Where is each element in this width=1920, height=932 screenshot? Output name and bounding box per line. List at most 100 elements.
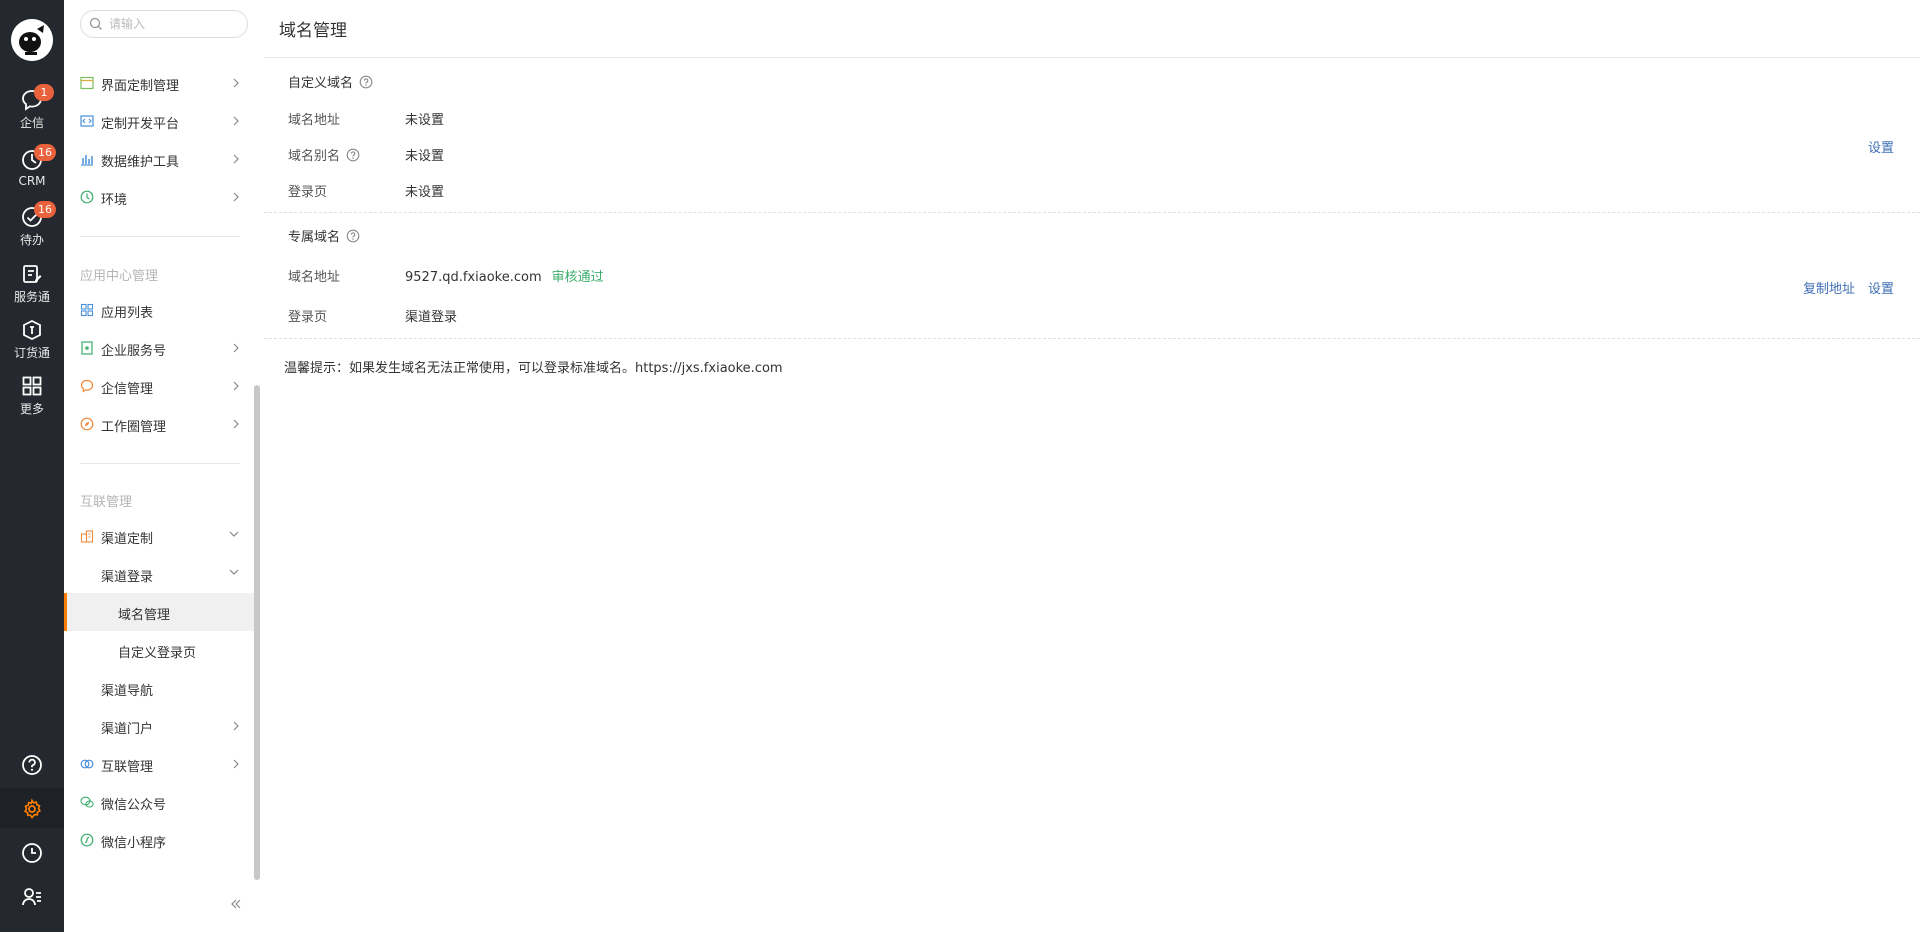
compass-icon: [80, 417, 94, 431]
rail-item-crm[interactable]: 16 CRM: [0, 144, 64, 200]
settings-button[interactable]: [0, 788, 64, 828]
chevron-down-icon: [229, 531, 239, 537]
sidebar-item-environment[interactable]: 环境: [64, 178, 256, 216]
sidebar-item-ui-customization[interactable]: 界面定制管理: [64, 64, 256, 102]
sidebar-item-app-list[interactable]: 应用列表: [64, 291, 256, 329]
help-icon[interactable]: [346, 229, 360, 243]
domain-address-value: 9527.qd.fxiaoke.com 审核通过: [405, 266, 604, 285]
count-badge: 16: [34, 144, 56, 161]
field-label-with-help: 域名别名: [288, 145, 360, 164]
sidebar-item-service-account[interactable]: 企业服务号: [64, 329, 256, 367]
gear-icon: [23, 798, 42, 819]
sidebar-item-workcircle[interactable]: 工作圈管理: [64, 405, 256, 443]
avatar[interactable]: [11, 19, 53, 61]
rail-item-todo[interactable]: 16 待办: [0, 201, 64, 257]
rail-label: 订货通: [13, 346, 50, 360]
rail-label: 服务通: [13, 290, 50, 304]
sidebar-item-domain-management[interactable]: 域名管理: [64, 593, 256, 631]
wechat-icon: [80, 796, 94, 808]
history-button[interactable]: [0, 832, 64, 872]
help-icon[interactable]: [346, 148, 360, 162]
sidebar-item-wechat-miniprogram[interactable]: 微信小程序: [64, 821, 256, 859]
chat-bubble-icon: [80, 379, 94, 393]
sidebar-scrollbar[interactable]: [254, 385, 260, 880]
unread-badge: 1: [34, 84, 54, 101]
field-value: 未设置: [405, 185, 445, 200]
search-box[interactable]: [80, 10, 248, 38]
field-label: 域名地址: [288, 113, 341, 128]
section-title: 应用中心管理: [80, 269, 159, 284]
section-heading-text: 专属域名: [288, 230, 341, 245]
chevron-right-icon: [233, 419, 239, 429]
count-badge: 16: [34, 201, 56, 218]
app-rail: 1 企信 16 CRM 16 待办 服务通 订货通 更多: [0, 0, 64, 932]
field-value: 未设置: [405, 149, 445, 164]
rail-label: 待办: [19, 233, 44, 247]
field-value: 渠道登录: [405, 310, 458, 325]
chevron-right-icon: [233, 721, 239, 731]
sidebar-item-label: 工作圈管理: [101, 420, 167, 435]
rail-item-order[interactable]: 订货通: [0, 318, 64, 370]
sidebar-item-channel-custom[interactable]: 渠道定制: [64, 517, 256, 555]
sidebar-item-label: 界面定制管理: [101, 79, 180, 94]
section-heading-text: 自定义域名: [288, 76, 354, 91]
search-input[interactable]: [109, 15, 239, 33]
rail-label: 企信: [19, 116, 44, 130]
section-divider: [264, 338, 1920, 339]
divider: [80, 463, 240, 464]
sidebar-item-label: 渠道登录: [101, 570, 154, 585]
clock-icon: [22, 843, 42, 863]
exclusive-domain-settings-link[interactable]: 设置: [1868, 278, 1894, 297]
approval-status: 审核通过: [551, 270, 604, 285]
avatar-image: [11, 19, 53, 61]
sidebar-item-dev-platform[interactable]: 定制开发平台: [64, 102, 256, 140]
sidebar-item-data-tools[interactable]: 数据维护工具: [64, 140, 256, 178]
shield-box-icon: [23, 319, 41, 341]
sidebar-item-label: 企业服务号: [101, 344, 167, 359]
sidebar-item-channel-portal[interactable]: 渠道门户: [64, 707, 256, 745]
rail-item-service[interactable]: 服务通: [0, 262, 64, 314]
chevron-right-icon: [233, 154, 239, 164]
building-icon: [80, 530, 94, 543]
grid-icon: [22, 376, 42, 396]
help-icon[interactable]: [359, 75, 373, 89]
user-list-icon: [22, 888, 41, 906]
header-divider: [264, 57, 1920, 58]
chevron-right-icon: [233, 343, 239, 353]
chevron-down-icon: [229, 569, 239, 575]
sidebar-item-label: 渠道门户: [101, 722, 154, 737]
rail-item-more[interactable]: 更多: [0, 374, 64, 426]
environment-icon: [80, 190, 94, 204]
sidebar-item-qixin-admin[interactable]: 企信管理: [64, 367, 256, 405]
sidebar-item-label: 微信小程序: [101, 836, 167, 851]
link-rings-icon: [80, 759, 94, 769]
custom-domain-settings-link[interactable]: 设置: [1868, 137, 1894, 156]
sidebar-item-interconnect[interactable]: 互联管理: [64, 745, 256, 783]
page-title: 域名管理: [279, 21, 347, 41]
copy-address-link[interactable]: 复制地址: [1803, 278, 1855, 297]
divider: [80, 236, 240, 237]
sidebar-item-label: 自定义登录页: [118, 646, 197, 661]
collapse-sidebar-icon[interactable]: [230, 898, 242, 910]
sidebar-item-label: 微信公众号: [101, 798, 167, 813]
help-icon: [22, 755, 42, 775]
window-icon: [80, 76, 94, 90]
chevron-right-icon: [233, 116, 239, 126]
custom-domain-heading: 自定义域名: [288, 72, 373, 91]
chevron-right-icon: [233, 759, 239, 769]
rail-label: 更多: [19, 402, 44, 416]
bar-chart-icon: [81, 155, 93, 166]
sidebar-item-label: 定制开发平台: [101, 117, 180, 132]
sidebar-item-channel-nav[interactable]: 渠道导航: [64, 669, 256, 707]
help-button[interactable]: [0, 744, 64, 784]
sidebar-item-custom-login-page[interactable]: 自定义登录页: [64, 631, 256, 669]
rail-item-qixin[interactable]: 1 企信: [0, 84, 64, 140]
sidebar-item-channel-login[interactable]: 渠道登录: [64, 555, 256, 593]
secondary-sidebar: 界面定制管理 定制开发平台 数据维护工具 环境 应用中心管理 应用列表 企业服务…: [64, 0, 264, 932]
field-label: 域名地址: [288, 270, 341, 285]
sidebar-item-wechat-official[interactable]: 微信公众号: [64, 783, 256, 821]
sidebar-item-label: 环境: [101, 193, 128, 208]
search-icon: [89, 17, 102, 30]
sidebar-item-label: 域名管理: [118, 608, 171, 623]
profile-button[interactable]: [0, 876, 64, 916]
